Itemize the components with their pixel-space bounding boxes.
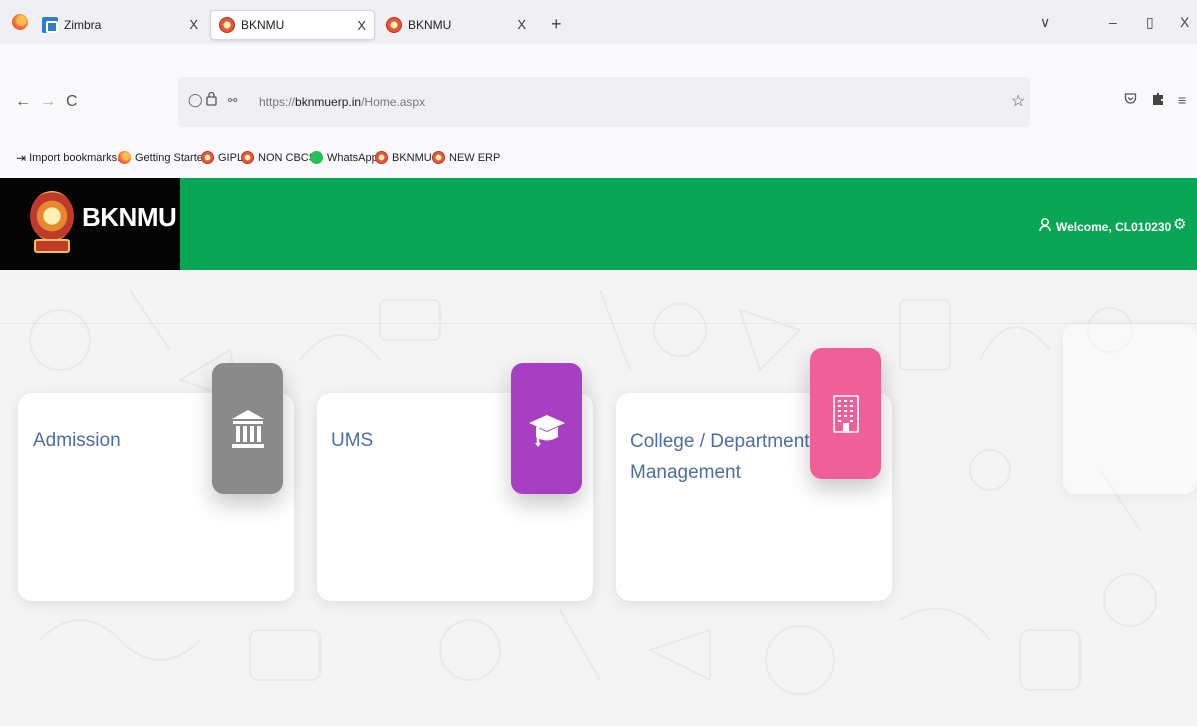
module-title: UMS [331, 430, 374, 451]
bknmu-favicon [386, 17, 402, 33]
bank-building-icon [231, 409, 264, 448]
zimbra-favicon [42, 17, 58, 33]
bookmark-gipl[interactable]: GIPL [201, 151, 243, 164]
bknmu-favicon [241, 151, 254, 164]
maximize-button[interactable]: ▯ [1146, 14, 1154, 31]
office-building-icon [832, 394, 859, 433]
bookmark-label: Getting Started [135, 151, 209, 164]
brand-name[interactable]: BKNMU [82, 202, 177, 233]
tab-bknmu[interactable]: BKNMU X [378, 10, 540, 40]
url-scheme: https:// [259, 95, 296, 109]
bookmark-whatsapp[interactable]: WhatsApp [310, 151, 378, 164]
close-window-button[interactable]: X [1180, 14, 1189, 30]
bookmark-label: Import bookmarks... [29, 152, 127, 164]
background-card [1063, 324, 1197, 494]
url-text[interactable]: https://bknmuerp.in/Home.aspx [259, 95, 425, 109]
url-path: /Home.aspx [361, 95, 426, 109]
back-button[interactable]: ← [15, 93, 31, 111]
tab-title: Zimbra [64, 18, 102, 32]
welcome-text: Welcome, CL010230 [1056, 220, 1172, 234]
bookmark-getting-started[interactable]: Getting Started [118, 151, 209, 164]
tracking-protection-icon[interactable]: ◯ [188, 92, 203, 108]
new-tab-button[interactable]: + [551, 15, 562, 33]
whatsapp-icon [310, 151, 323, 164]
tab-zimbra[interactable]: Zimbra X [34, 10, 206, 40]
module-title: College / Department Management [630, 426, 810, 488]
bookmark-label: NON CBCS [258, 151, 317, 164]
app-menu-icon[interactable]: ≡ [1178, 92, 1186, 108]
bookmark-label: WhatsApp [327, 151, 378, 164]
permissions-icon[interactable]: ⚯ [228, 94, 237, 107]
bookmark-non-cbcs[interactable]: NON CBCS [241, 151, 316, 164]
bookmark-label: BKNMU [392, 151, 432, 164]
close-tab-icon[interactable]: X [517, 17, 526, 32]
module-tile-admission[interactable] [212, 363, 283, 494]
bookmark-bknmu[interactable]: BKNMU [375, 151, 432, 164]
settings-gear-icon[interactable]: ⚙ [1173, 215, 1186, 233]
tab-title: BKNMU [408, 18, 452, 32]
user-icon [1039, 218, 1051, 236]
module-title-line-2: Management [630, 462, 741, 483]
url-domain: bknmuerp.in [295, 95, 362, 109]
bookmark-star-icon[interactable]: ☆ [1011, 91, 1025, 111]
close-tab-icon[interactable]: X [189, 17, 198, 32]
bookmark-import[interactable]: ⇥ Import bookmarks... [16, 151, 126, 165]
tab-title: BKNMU [241, 18, 285, 32]
tab-bknmu-active[interactable]: BKNMU X [210, 10, 375, 40]
module-title: Admission [33, 430, 121, 451]
list-all-tabs-icon[interactable]: ∨ [1040, 14, 1050, 31]
close-tab-icon[interactable]: X [357, 18, 366, 33]
extensions-icon[interactable] [1152, 92, 1164, 109]
bknmu-favicon [219, 17, 235, 33]
module-tile-ums[interactable] [511, 363, 582, 494]
content-divider [0, 323, 1197, 324]
minimize-button[interactable]: – [1109, 14, 1117, 30]
user-welcome[interactable]: Welcome, CL010230 [1039, 218, 1171, 236]
lock-icon[interactable] [206, 91, 217, 106]
import-icon: ⇥ [16, 151, 27, 165]
bookmark-new-erp[interactable]: NEW ERP [432, 151, 500, 164]
firefox-menu-icon[interactable] [12, 14, 28, 30]
bookmark-label: GIPL [218, 151, 244, 164]
university-logo [30, 191, 74, 257]
module-tile-college-department[interactable] [810, 348, 881, 479]
bookmark-label: NEW ERP [449, 151, 501, 164]
graduation-cap-icon [528, 414, 565, 447]
module-title-line-1: College / Department [630, 431, 810, 452]
pocket-icon[interactable] [1124, 92, 1137, 108]
bknmu-favicon [375, 151, 388, 164]
bknmu-favicon [201, 151, 214, 164]
bknmu-favicon [432, 151, 445, 164]
reload-button[interactable]: C [66, 93, 78, 111]
firefox-icon [118, 151, 131, 164]
forward-button[interactable]: → [40, 93, 56, 111]
